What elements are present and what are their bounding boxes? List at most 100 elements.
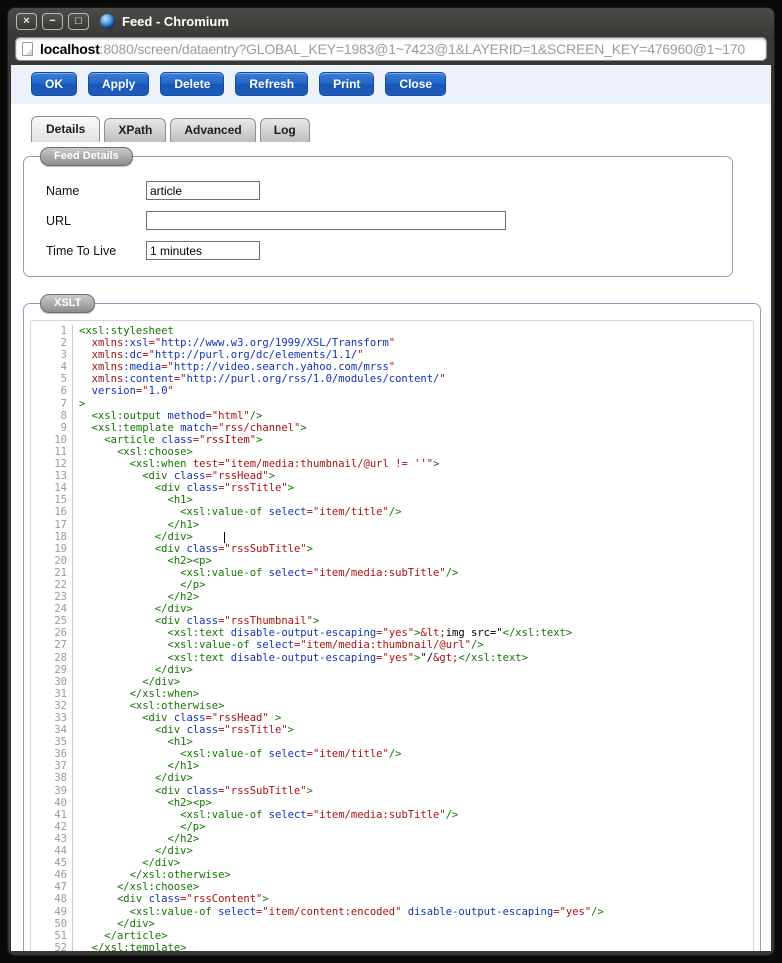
page-content: OK Apply Delete Refresh Print Close Details XP… — [11, 65, 771, 951]
page-icon — [22, 42, 33, 56]
code-line: </h1> — [167, 518, 200, 531]
code-line: </xsl:template> — [91, 941, 187, 951]
code-line: <xsl:value-of select="item/media:subTitl… — [180, 566, 459, 579]
line-number: 35 — [54, 736, 67, 749]
code-line: </div> — [116, 917, 155, 930]
field-label-url: URL — [46, 213, 72, 228]
window-minimize-button[interactable]: − — [42, 13, 63, 30]
code-line: <xsl:text disable-output-escaping="yes">… — [167, 627, 573, 640]
line-number: 45 — [54, 857, 67, 870]
xslt-legend: XSLT — [40, 294, 96, 313]
field-input-url[interactable] — [146, 211, 506, 230]
code-line: </div> — [79, 531, 753, 543]
feed-details-legend: Feed Details — [40, 147, 133, 166]
code-line: </xsl:choose> — [116, 881, 200, 894]
tab-advanced[interactable]: Advanced — [170, 118, 256, 142]
line-number: 16 — [54, 506, 67, 519]
line-number: 8 — [60, 409, 67, 422]
window-close-button[interactable]: × — [16, 13, 37, 30]
toolbar-button-ok[interactable]: OK — [31, 72, 77, 96]
line-number: 10 — [54, 433, 67, 446]
code-line: </div> — [154, 772, 193, 785]
code-line: <xsl:value-of select="item/media:subTitl… — [180, 808, 459, 821]
line-number-gutter: 1 2 3 4 5 6 7 8 9 10 11 12 13 14 15 16 17 18 19 20 21 22 23 24 2… — [31, 325, 73, 951]
code-line: <xsl:otherwise> — [129, 699, 225, 712]
code-line: xmlns:xsl="http://www.w3.org/1999/XSL/Tr… — [91, 337, 396, 350]
chromium-globe-icon — [100, 14, 115, 29]
line-number: 14 — [54, 482, 67, 495]
address-bar[interactable]: localhost:8080/screen/dataentry?GLOBAL_K… — [15, 37, 767, 61]
toolbar-button-print[interactable]: Print — [319, 72, 375, 96]
window-controls: × − □ — [16, 13, 94, 30]
line-number: 1 — [60, 325, 67, 337]
code-line: <xsl:value-of select="item/media:thumbna… — [167, 639, 484, 652]
line-number: 27 — [54, 639, 67, 652]
line-number: 44 — [54, 845, 67, 858]
xslt-fieldset: XSLT 1 2 3 4 5 6 7 8 9 10 11 12 13 14 15 16 17 18 19 20 21 22… — [23, 294, 761, 951]
code-area[interactable]: <xsl:stylesheet xmlns:xsl="http://www.w3… — [73, 325, 753, 951]
line-number: 30 — [54, 675, 67, 688]
line-number: 32 — [54, 699, 67, 712]
tab-log[interactable]: Log — [259, 118, 310, 142]
line-number: 20 — [54, 554, 67, 567]
code-line: </div> — [142, 857, 181, 870]
url-host: localhost — [40, 41, 100, 57]
title-bar[interactable]: × − □ Feed - Chromium — [8, 8, 774, 35]
code-line: <h2><p> — [167, 796, 212, 809]
tab-details[interactable]: Details — [31, 116, 101, 142]
line-number: 40 — [54, 796, 67, 809]
code-line: <xsl:when test="item/media:thumbnail/@ur… — [129, 458, 440, 471]
code-line: > — [79, 397, 86, 410]
line-number: 21 — [54, 566, 67, 579]
code-line: </p> — [180, 820, 206, 833]
code-line: <xsl:template match="rss/channel"> — [91, 421, 307, 434]
address-bar-row: localhost:8080/screen/dataentry?GLOBAL_K… — [8, 35, 774, 65]
line-number: 12 — [54, 458, 67, 471]
line-number: 22 — [54, 578, 67, 591]
code-line: xmlns:content="http://purl.org/rss/1.0/m… — [91, 373, 446, 386]
code-line: <div class="rssHead" > — [142, 712, 282, 724]
code-line: </xsl:when> — [129, 687, 200, 700]
line-number: 25 — [54, 615, 67, 628]
field-input-name[interactable] — [146, 181, 260, 200]
code-line: <h1> — [167, 736, 193, 749]
line-number: 43 — [54, 832, 67, 845]
field-row-ttl: Time To Live — [46, 241, 712, 260]
code-line: <h2><p> — [167, 554, 212, 567]
field-row-url: URL — [46, 211, 712, 230]
toolbar-button-refresh[interactable]: Refresh — [235, 72, 309, 96]
code-line: <xsl:value-of select="item/title"/> — [180, 506, 402, 519]
line-number: 23 — [54, 591, 67, 604]
line-number: 46 — [54, 869, 67, 882]
line-number: 47 — [54, 881, 67, 894]
code-line: <xsl:text disable-output-escaping="yes">… — [167, 651, 528, 664]
code-line: </xsl:otherwise> — [129, 869, 231, 882]
code-line: </h2> — [167, 832, 200, 845]
tab-xpath[interactable]: XPath — [104, 118, 167, 142]
code-line: <div class="rssHead"> — [142, 470, 276, 483]
code-line: </article> — [104, 929, 168, 942]
field-label-name: Name — [46, 183, 80, 198]
line-number: 11 — [54, 445, 67, 458]
code-line: <div class="rssSubTitle"> — [154, 542, 313, 555]
line-number: 50 — [54, 917, 67, 930]
line-number: 15 — [54, 494, 67, 507]
action-toolbar: OK Apply Delete Refresh Print Close — [11, 65, 771, 104]
xslt-editor[interactable]: 1 2 3 4 5 6 7 8 9 10 11 12 13 14 15 16 17 18 19 20 21 22 23 24 2… — [30, 320, 754, 951]
line-number: 39 — [54, 784, 67, 797]
line-number: 2 — [60, 337, 67, 350]
window-maximize-button[interactable]: □ — [68, 13, 89, 30]
toolbar-button-apply[interactable]: Apply — [88, 72, 150, 96]
field-row-name: Name — [46, 181, 712, 200]
field-input-ttl[interactable] — [146, 241, 260, 260]
code-line: <div class="rssTitle"> — [154, 482, 294, 495]
line-number: 24 — [54, 603, 67, 616]
line-number: 51 — [54, 929, 67, 942]
toolbar-button-close[interactable]: Close — [385, 72, 447, 96]
line-number: 28 — [54, 651, 67, 664]
line-number: 6 — [60, 385, 67, 398]
line-number: 5 — [60, 373, 67, 386]
toolbar-button-delete[interactable]: Delete — [160, 72, 225, 96]
feed-details-fieldset: Feed Details Name URL Time To Live — [23, 147, 733, 277]
line-number: 38 — [54, 772, 67, 785]
